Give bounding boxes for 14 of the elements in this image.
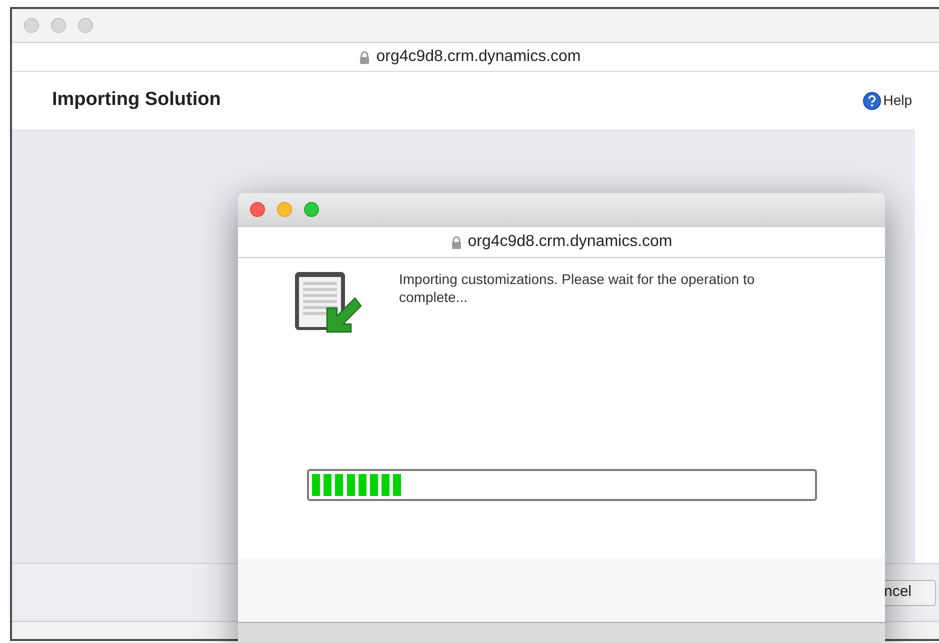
window-control-button[interactable] xyxy=(250,202,265,217)
window-control-button[interactable] xyxy=(24,18,39,33)
window-control-button[interactable] xyxy=(304,202,319,217)
lock-icon xyxy=(359,50,370,64)
window-control-button[interactable] xyxy=(51,18,66,33)
lock-icon xyxy=(450,236,462,248)
help-link[interactable]: Help xyxy=(863,90,912,111)
window-control-button[interactable] xyxy=(78,18,93,33)
page-title: Importing Solution xyxy=(52,88,221,112)
window-control-button[interactable] xyxy=(277,202,292,217)
address-text: org4c9d8.crm.dynamics.com xyxy=(468,232,672,252)
address-text: org4c9d8.crm.dynamics.com xyxy=(376,47,581,67)
help-icon xyxy=(863,92,882,110)
status-message: Importing customizations. Please wait for the operation to complete... xyxy=(399,270,756,307)
